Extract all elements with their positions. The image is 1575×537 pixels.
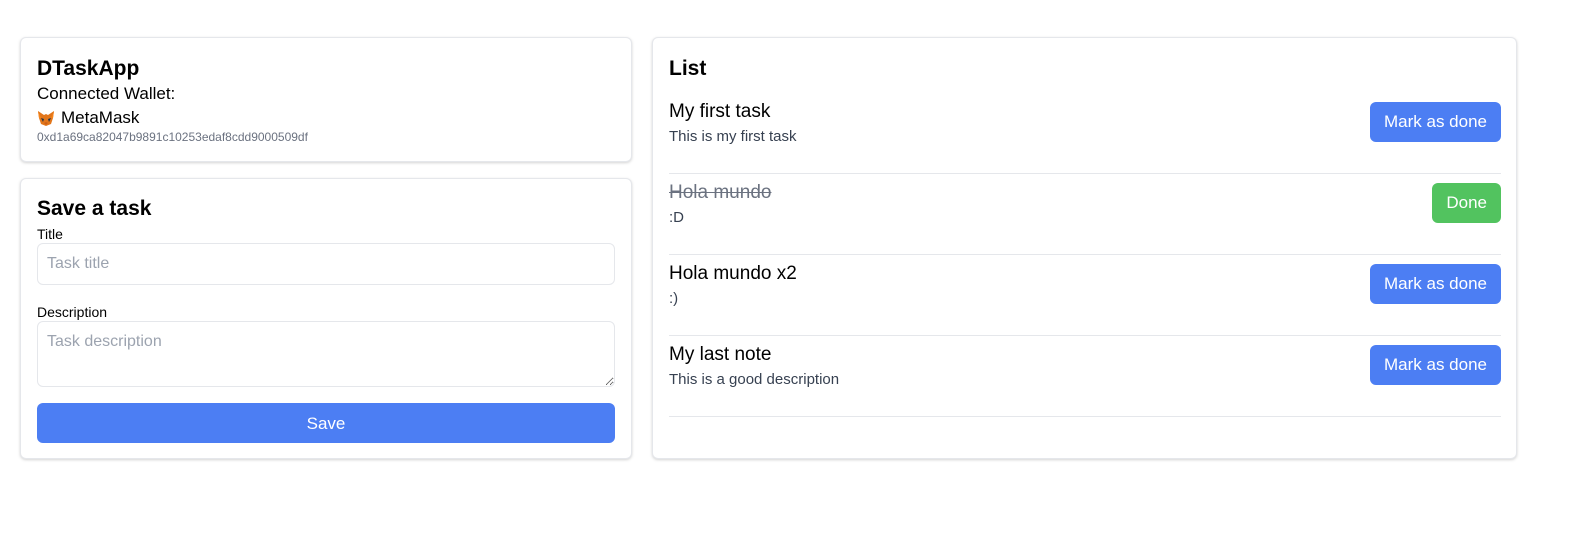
task-description: This is a good description <box>669 371 840 388</box>
app-title: DTaskApp <box>37 57 140 80</box>
task-row: My last note This is a good description … <box>669 336 1501 417</box>
mark-as-done-button[interactable]: Mark as done <box>1370 102 1501 142</box>
task-row: Hola mundo :D Done <box>669 174 1501 255</box>
mark-as-done-button[interactable]: Mark as done <box>1370 345 1501 385</box>
task-description: :D <box>669 209 684 226</box>
mark-as-done-button[interactable]: Mark as done <box>1370 264 1501 304</box>
list-heading: List <box>669 57 707 80</box>
title-label: Title <box>37 226 63 242</box>
task-title: Hola mundo x2 <box>669 263 797 284</box>
task-list: My first task This is my first task Mark… <box>669 94 1501 417</box>
task-description: This is my first task <box>669 128 797 145</box>
wallet-provider: MetaMask <box>37 108 139 128</box>
task-title-input[interactable] <box>37 243 615 285</box>
done-button[interactable]: Done <box>1432 183 1501 223</box>
wallet-card: DTaskApp Connected Wallet: MetaMask 0xd1… <box>20 37 632 162</box>
wallet-address: 0xd1a69ca82047b9891c10253edaf8cdd9000509… <box>37 130 308 144</box>
description-label: Description <box>37 304 108 320</box>
metamask-fox-icon <box>37 109 55 127</box>
task-title: My first task <box>669 101 771 122</box>
task-list-card: List My first task This is my first task… <box>652 37 1517 459</box>
form-heading: Save a task <box>37 197 152 220</box>
task-description: :) <box>669 290 679 307</box>
wallet-provider-name: MetaMask <box>61 108 140 127</box>
save-button[interactable]: Save <box>37 403 615 443</box>
task-title: Hola mundo <box>669 182 772 203</box>
task-row: Hola mundo x2 :) Mark as done <box>669 255 1501 336</box>
connected-wallet-label: Connected Wallet: <box>37 84 176 103</box>
task-description-input[interactable] <box>37 321 615 387</box>
task-row: My first task This is my first task Mark… <box>669 94 1501 174</box>
task-title: My last note <box>669 344 772 365</box>
save-task-card: Save a task Title Description Save <box>20 178 632 459</box>
